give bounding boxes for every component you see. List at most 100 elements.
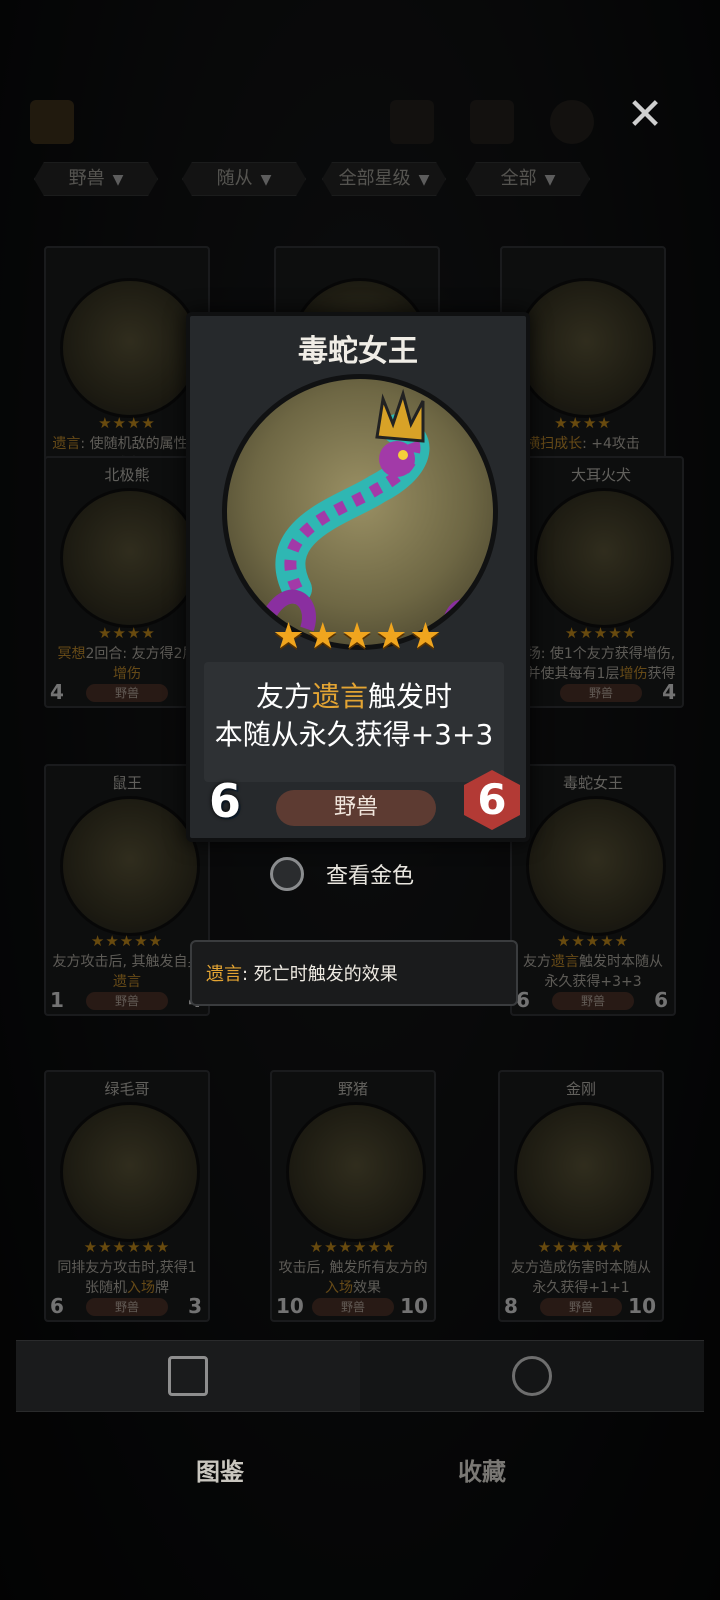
keyword-text: 遗言 xyxy=(113,974,141,990)
close-button[interactable]: ✕ xyxy=(620,90,670,140)
star-rating: ★★★★★★ xyxy=(537,1238,625,1256)
keyword-text: 遗言 xyxy=(52,436,81,452)
desc-text: 牌 xyxy=(155,1280,169,1296)
tribe-badge: 野兽 xyxy=(86,1298,168,1316)
card-portrait xyxy=(516,278,656,418)
filter-label: 全部 xyxy=(500,168,537,189)
badge-icon xyxy=(512,1356,552,1396)
cost-value: 6 xyxy=(516,988,530,1012)
star-rating: ★★★★ xyxy=(98,624,156,642)
card-portrait xyxy=(60,278,200,418)
chevron-down-icon: ▼ xyxy=(418,172,430,188)
cost-value: 10 xyxy=(276,1294,304,1318)
cost-value: 8 xyxy=(504,1294,518,1318)
description-line-1: 友方遗言触发时 xyxy=(204,678,504,716)
card-detail: 毒蛇女王 ★★★★★ 友方遗言触发时 本随从永久获得+3+3 6 野兽 6 xyxy=(186,312,530,842)
card-name: 野猪 xyxy=(337,1080,368,1098)
cost-value: 6 xyxy=(50,1294,64,1318)
card-item[interactable]: 大耳火犬★★★★★场: 使1个友方获得增伤, 并使其每有1层增伤获得+2+2野兽… xyxy=(518,456,684,708)
card-item[interactable]: 野猪 ★★★★★★ 攻击后, 触发所有友方的入场效果 野兽 10 10 xyxy=(270,1070,436,1322)
gear-icon[interactable] xyxy=(550,100,594,144)
desc-text: 场: 使1个友方获得 xyxy=(526,646,643,662)
desc-text: 同排友方攻击时, xyxy=(57,1260,160,1276)
cards-icon xyxy=(168,1356,208,1396)
tab-favorites[interactable] xyxy=(360,1341,704,1411)
keyword-text: 横扫 xyxy=(526,436,555,452)
book-icon[interactable] xyxy=(470,100,514,144)
star-rating: ★★★★★★ xyxy=(309,1238,397,1256)
filter-label: 野兽 xyxy=(68,168,105,189)
attack-value: 10 xyxy=(628,1294,656,1318)
description-line-2: 本随从永久获得+3+3 xyxy=(214,718,494,751)
deathrattle-keyword[interactable]: 遗言 xyxy=(312,680,368,713)
chevron-down-icon: ▼ xyxy=(544,172,556,188)
filter-all-dropdown[interactable]: 全部 ▼ xyxy=(466,162,590,196)
chevron-down-icon: ▼ xyxy=(112,172,124,188)
desc-text: 1层 xyxy=(596,666,620,682)
keyword-text: 冥想 xyxy=(57,646,86,662)
card-name: 金刚 xyxy=(565,1080,596,1098)
star-rating: ★★★★★ xyxy=(564,624,638,642)
card-name: 北极熊 xyxy=(104,466,150,484)
card-portrait xyxy=(60,796,200,936)
filter-tribe-dropdown[interactable]: 野兽 ▼ xyxy=(34,162,158,196)
menu-icon[interactable] xyxy=(390,100,434,144)
card-item[interactable]: 绿毛哥 ★★★★★★ 同排友方攻击时,获得1张随机入场牌 野兽 6 3 xyxy=(44,1070,210,1322)
player-avatar[interactable] xyxy=(30,100,74,144)
tooltip-keyword: 遗言 xyxy=(206,964,242,985)
golden-toggle[interactable]: 查看金色 xyxy=(270,852,470,896)
card-portrait xyxy=(60,488,200,628)
attack-value: 3 xyxy=(188,1294,202,1318)
cost-value: 6 xyxy=(208,774,241,828)
star-rating: ★★★★★ xyxy=(556,932,630,950)
filter-type-dropdown[interactable]: 随从 ▼ xyxy=(182,162,306,196)
card-description: 攻击后, 触发所有友方的入场效果 xyxy=(278,1258,428,1298)
desc-text: 效果 xyxy=(353,1280,381,1296)
card-description: 同排友方攻击时,获得1张随机入场牌 xyxy=(52,1258,202,1298)
filter-stars-dropdown[interactable]: 全部星级 ▼ xyxy=(322,162,446,196)
card-name: 绿毛哥 xyxy=(104,1080,150,1098)
card-name: 毒蛇女王 xyxy=(562,774,623,792)
desc-text: 触发时 xyxy=(368,680,453,713)
filter-label: 随从 xyxy=(216,168,253,189)
snake-queen-portrait xyxy=(222,374,498,650)
star-rating: ★★★★★ xyxy=(90,932,164,950)
tribe-badge: 野兽 xyxy=(560,684,642,702)
card-description: 友方遗言触发时本随从永久获得+3+3 xyxy=(518,952,668,992)
bottom-tab-bar xyxy=(16,1340,704,1412)
attack-value: 10 xyxy=(400,1294,428,1318)
card-item[interactable]: 金刚 ★★★★★★ 友方造成伤害时本随从永久获得+1+1 野兽 8 10 xyxy=(498,1070,664,1322)
cost-value: 1 xyxy=(50,988,64,1012)
radio-icon[interactable] xyxy=(270,857,304,891)
tribe-badge: 野兽 xyxy=(86,684,168,702)
tribe-badge: 野兽 xyxy=(312,1298,394,1316)
tooltip-body: : 死亡时触发的效果 xyxy=(242,964,398,985)
card-portrait xyxy=(534,488,674,628)
keyword-text: 遗言 xyxy=(551,954,579,970)
filter-label: 全部星级 xyxy=(338,168,411,189)
desc-text: 攻击后, 触发所有 xyxy=(278,1260,386,1276)
tab-collection-book[interactable] xyxy=(16,1341,360,1411)
keyword-tooltip: 遗言: 死亡时触发的效果 xyxy=(190,940,518,1006)
tooltip-text: 遗言: 死亡时触发的效果 xyxy=(206,960,398,986)
card-portrait xyxy=(526,796,666,936)
keyword-text: 增伤 xyxy=(619,666,648,682)
tab-label-tujian[interactable]: 图鉴 xyxy=(196,1452,244,1487)
desc-text: 触发时 xyxy=(579,954,621,970)
desc-text: 友方的 xyxy=(385,1260,428,1276)
desc-text: : 使随机敌 xyxy=(80,436,146,452)
attack-value: 6 xyxy=(654,988,668,1012)
keyword-text: 增伤 xyxy=(113,666,141,682)
card-item[interactable]: 毒蛇女王 ★★★★★ 友方遗言触发时本随从永久获得+3+3 野兽 6 6 xyxy=(510,764,676,1016)
star-rating: ★★★★ xyxy=(98,414,156,432)
card-description: 友方遗言触发时 本随从永久获得+3+3 xyxy=(204,662,504,782)
desc-text: 友方 xyxy=(523,954,551,970)
tab-label-shoucang[interactable]: 收藏 xyxy=(458,1452,506,1487)
card-portrait xyxy=(60,1102,200,1242)
desc-text: : +4攻击 xyxy=(582,436,640,452)
star-rating: ★★★★★ xyxy=(272,616,444,657)
desc-text: 友方造成伤害时 xyxy=(511,1260,609,1276)
tribe-badge: 野兽 xyxy=(552,992,634,1010)
tribe-badge: 野兽 xyxy=(86,992,168,1010)
card-description: 友方攻击后, 其触发自身遗言 xyxy=(52,952,202,992)
